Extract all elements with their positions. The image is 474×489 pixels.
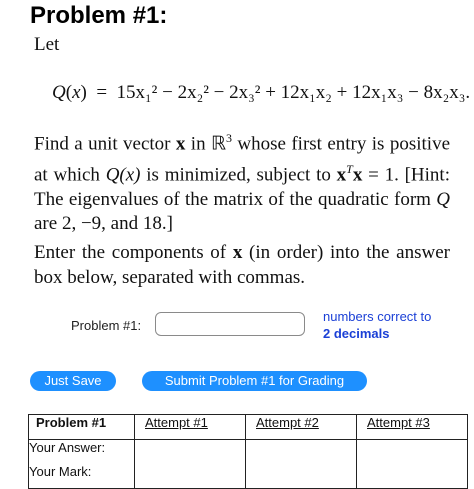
just-save-button[interactable]: Just Save [30, 371, 116, 391]
attempts-table: Problem #1 Attempt #1 Attempt #2 Attempt… [28, 414, 468, 489]
para2-vector-x: x [232, 242, 243, 263]
attempts-table-header: Problem #1 [28, 414, 135, 440]
para1-text-1: Find a unit vector [34, 133, 176, 155]
attempt-3-mark [356, 464, 468, 489]
attempt-1-mark [134, 464, 246, 489]
para2-text-1: Enter the components of [34, 242, 233, 263]
equation-lhs: Q(x) [52, 82, 87, 103]
your-mark-row: Your Mark: [28, 464, 468, 489]
para1-text-2: in ℝ [185, 133, 227, 155]
attempt-1-answer [134, 439, 246, 464]
equation: Q(x) = 15x₁² − 2x₂² − 2x₃² + 12x₁x₂ + 12… [52, 82, 470, 104]
para1-vector-x: x [175, 133, 186, 155]
attempt-3-link[interactable]: Attempt #3 [367, 415, 430, 430]
attempts-header-row: Problem #1 Attempt #1 Attempt #2 Attempt… [28, 414, 468, 440]
equation-rhs: 15x₁² − 2x₂² − 2x₃² + 12x₁x₂ + 12x₁x₃ − … [116, 82, 471, 103]
problem-paragraph-2: Enter the components of x (in order) int… [34, 241, 450, 290]
attempt-3-answer [356, 439, 468, 464]
answer-hint-line1: numbers correct to [323, 309, 432, 324]
para1-xt: x [336, 164, 347, 186]
your-mark-label: Your Mark: [28, 464, 135, 489]
attempt-2-mark [245, 464, 357, 489]
attempt-1-header[interactable]: Attempt #1 [134, 414, 246, 440]
submit-button[interactable]: Submit Problem #1 for Grading [142, 371, 367, 391]
your-answer-row: Your Answer: [28, 439, 468, 464]
para1-q: Q [436, 188, 450, 210]
equation-equals: = [96, 82, 108, 103]
answer-hint-line2: 2 decimals [323, 326, 390, 341]
para1-x2: x [352, 164, 363, 186]
para1-text-6: are 2, −9, and 18.] [34, 213, 173, 235]
attempt-2-answer [245, 439, 357, 464]
let-text: Let [34, 34, 60, 55]
para1-qx: Q(x) [105, 164, 141, 186]
your-answer-label: Your Answer: [28, 439, 135, 464]
problem-paragraph-1: Find a unit vector x in ℝ3 whose first e… [34, 126, 450, 237]
attempt-1-link[interactable]: Attempt #1 [145, 415, 208, 430]
para1-transpose: T [346, 161, 353, 176]
attempt-3-header[interactable]: Attempt #3 [356, 414, 468, 440]
para1-text-4: is minimized, subject to [140, 164, 337, 186]
problem-heading: Problem #1: [30, 2, 168, 29]
answer-label: Problem #1: [71, 318, 142, 333]
attempt-2-header[interactable]: Attempt #2 [245, 414, 357, 440]
attempt-2-link[interactable]: Attempt #2 [256, 415, 319, 430]
answer-input[interactable] [155, 312, 305, 336]
